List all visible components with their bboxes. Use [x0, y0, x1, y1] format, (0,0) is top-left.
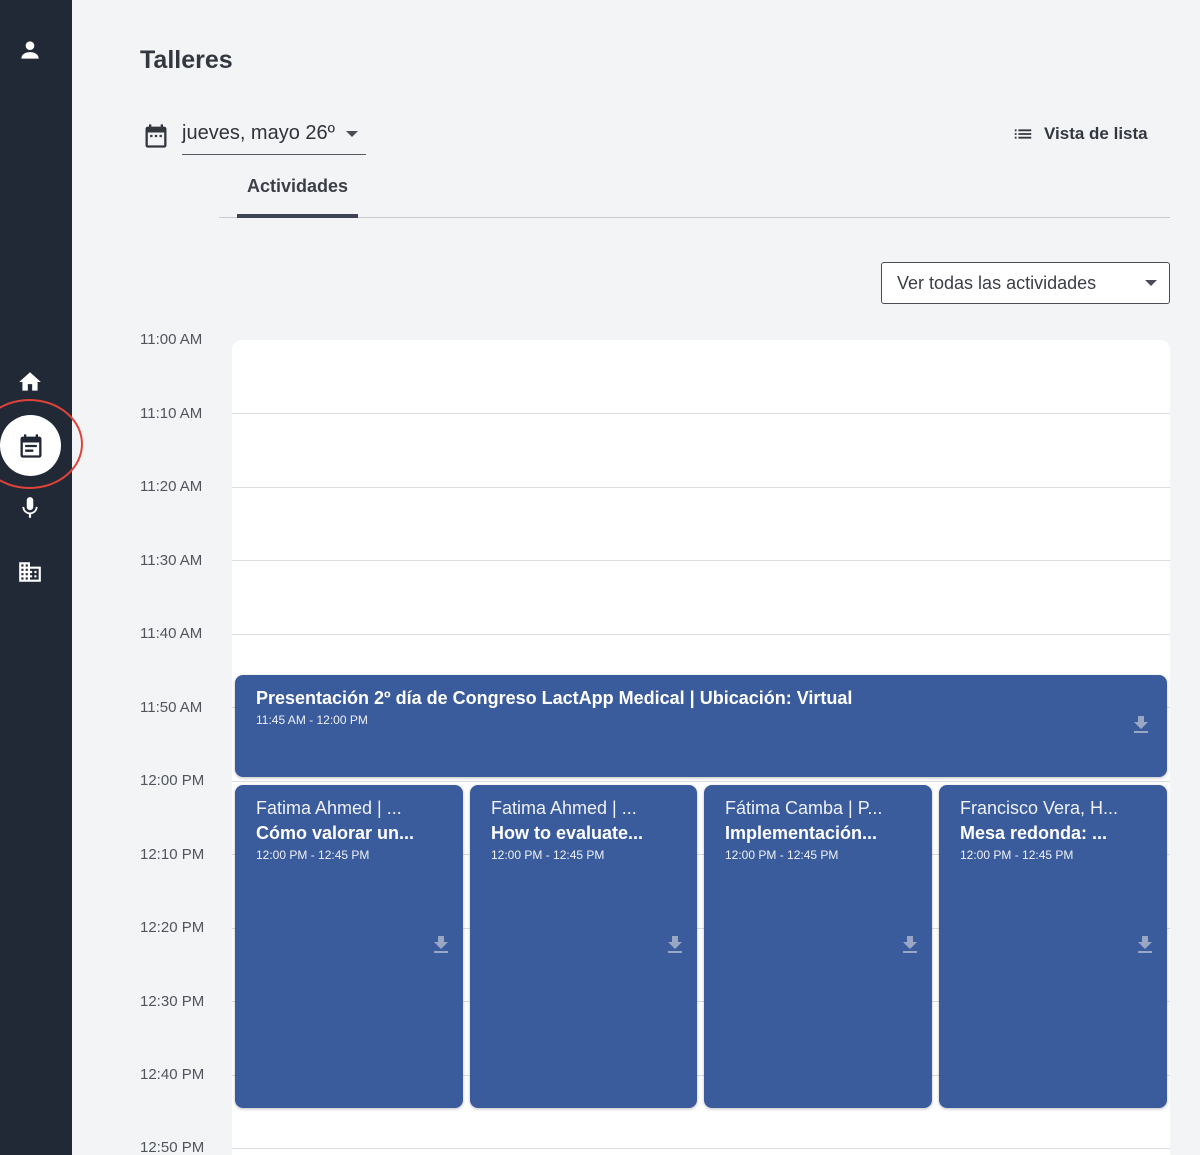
- chevron-down-icon: [1145, 280, 1157, 286]
- event-title: Mesa redonda: ...: [960, 823, 1108, 843]
- event-time: 12:00 PM - 12:45 PM: [960, 848, 1074, 862]
- activity-filter-select[interactable]: Ver todas las actividades: [881, 262, 1170, 304]
- download-icon[interactable]: [429, 933, 449, 957]
- grid-line: [232, 560, 1170, 561]
- time-label: 12:40 PM: [140, 1066, 205, 1083]
- grid-line: [232, 634, 1170, 635]
- time-label: 11:00 AM: [140, 331, 203, 348]
- grid-line: [232, 487, 1170, 488]
- grid-line: [232, 781, 1170, 782]
- time-label: 12:50 PM: [140, 1139, 205, 1155]
- download-icon[interactable]: [898, 933, 918, 957]
- time-label: 11:40 AM: [140, 625, 203, 642]
- list-icon: [1014, 129, 1032, 139]
- tab-indicator: [237, 214, 358, 218]
- event-card-session[interactable]: Fatima Ahmed | ... How to evaluate... 12…: [470, 785, 697, 1108]
- time-label: 12:10 PM: [140, 846, 205, 863]
- list-view-button[interactable]: Vista de lista: [1012, 122, 1148, 146]
- event-time: 11:45 AM - 12:00 PM: [256, 713, 368, 727]
- chevron-down-icon: [346, 130, 358, 137]
- event-time: 12:00 PM - 12:45 PM: [491, 848, 605, 862]
- calendar-icon[interactable]: [0, 415, 61, 476]
- page-title: Talleres: [140, 46, 233, 74]
- event-card-opening[interactable]: Presentación 2º día de Congreso LactApp …: [235, 675, 1167, 777]
- event-card-session[interactable]: Fatima Ahmed | ... Cómo valorar un... 12…: [235, 785, 463, 1108]
- event-speaker: Fátima Camba | P...: [725, 798, 883, 818]
- microphone-icon[interactable]: [14, 492, 46, 524]
- time-label: 11:10 AM: [140, 405, 203, 422]
- time-label: 12:00 PM: [140, 772, 205, 789]
- date-select[interactable]: jueves, mayo 26º: [182, 117, 366, 155]
- event-time: 12:00 PM - 12:45 PM: [256, 848, 370, 862]
- home-icon[interactable]: [14, 366, 46, 398]
- date-picker[interactable]: jueves, mayo 26º: [142, 117, 366, 155]
- sidebar: [0, 0, 72, 1155]
- event-title: Cómo valorar un...: [256, 823, 415, 843]
- event-title: Presentación 2º día de Congreso LactApp …: [256, 688, 853, 708]
- calendar-icon: [142, 122, 170, 150]
- tab-bar: Actividades: [219, 166, 1170, 218]
- download-icon[interactable]: [1133, 933, 1153, 957]
- time-label: 11:20 AM: [140, 478, 203, 495]
- tab-actividades[interactable]: Actividades: [237, 166, 358, 218]
- event-title: How to evaluate...: [491, 823, 644, 843]
- time-label: 11:30 AM: [140, 552, 203, 569]
- event-card-session[interactable]: Francisco Vera, H... Mesa redonda: ... 1…: [939, 785, 1167, 1108]
- event-title: Implementación...: [725, 823, 878, 843]
- download-icon[interactable]: [663, 933, 683, 957]
- download-icon[interactable]: [1129, 713, 1149, 737]
- user-icon[interactable]: [14, 34, 46, 66]
- event-speaker: Francisco Vera, H...: [960, 798, 1119, 818]
- grid-line: [232, 413, 1170, 414]
- event-card-session[interactable]: Fátima Camba | P... Implementación... 12…: [704, 785, 932, 1108]
- time-label: 12:20 PM: [140, 919, 205, 936]
- time-label: 11:50 AM: [140, 699, 203, 716]
- event-time: 12:00 PM - 12:45 PM: [725, 848, 839, 862]
- building-icon[interactable]: [14, 556, 46, 588]
- event-speaker: Fatima Ahmed | ...: [256, 798, 402, 818]
- time-label: 12:30 PM: [140, 993, 205, 1010]
- date-value: jueves, mayo 26º: [182, 122, 335, 144]
- list-view-label: Vista de lista: [1044, 124, 1148, 143]
- filter-value: Ver todas las actividades: [897, 272, 1097, 293]
- grid-line: [232, 1148, 1170, 1149]
- event-speaker: Fatima Ahmed | ...: [491, 798, 637, 818]
